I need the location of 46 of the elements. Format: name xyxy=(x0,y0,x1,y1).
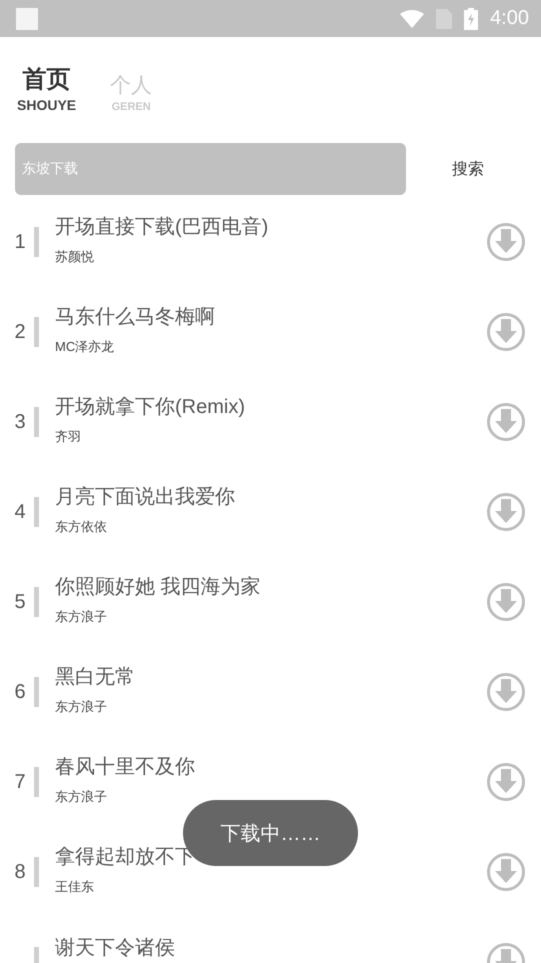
song-title[interactable]: 开场直接下载(巴西电音) xyxy=(55,212,486,240)
song-title[interactable]: 月亮下面说出我爱你 xyxy=(55,482,486,510)
app-notification-icon xyxy=(16,8,38,30)
wifi-icon xyxy=(400,10,424,28)
track-marker xyxy=(34,317,39,347)
track-number: 6 xyxy=(14,680,26,704)
download-icon[interactable] xyxy=(486,492,526,532)
download-icon[interactable] xyxy=(486,402,526,442)
track-marker xyxy=(34,857,39,887)
track-number: 5 xyxy=(14,590,26,614)
track-number: 8 xyxy=(14,860,26,884)
artist-name: 苏颜悦 xyxy=(55,248,95,266)
search-button[interactable]: 搜索 xyxy=(448,154,488,184)
download-icon[interactable] xyxy=(486,312,526,352)
song-title[interactable]: 谢天下令诸侯 xyxy=(55,934,486,961)
song-title[interactable]: 你照顾好她 我四海为家 xyxy=(55,572,486,600)
download-icon[interactable] xyxy=(486,852,526,892)
download-icon[interactable] xyxy=(486,582,526,622)
track-number: 4 xyxy=(14,500,26,524)
track-marker xyxy=(34,227,39,257)
track-marker xyxy=(34,407,39,437)
nav-tab[interactable]: 首页 SHOUYE xyxy=(17,63,76,122)
download-icon[interactable] xyxy=(486,762,526,802)
battery-charging-icon xyxy=(464,8,478,30)
track-number: 1 xyxy=(14,230,26,254)
artist-name: 齐羽 xyxy=(55,428,82,446)
clock-time: 4:00 xyxy=(490,7,529,30)
artist-name: 东方浪子 xyxy=(55,788,108,806)
artist-name: 王佳东 xyxy=(55,878,95,896)
song-title[interactable]: 开场就拿下你(Remix) xyxy=(55,392,486,420)
artist-name: MC泽亦龙 xyxy=(55,338,116,356)
download-icon[interactable] xyxy=(486,222,526,262)
track-marker xyxy=(34,587,39,617)
track-marker xyxy=(34,767,39,797)
track-marker xyxy=(34,497,39,527)
song-title[interactable]: 马东什么马冬梅啊 xyxy=(55,302,486,330)
artist-name: 东方依依 xyxy=(55,518,108,536)
track-number: 7 xyxy=(14,770,26,794)
track-number: 3 xyxy=(14,410,26,434)
track-marker xyxy=(34,677,39,707)
artist-name: 东方浪子 xyxy=(55,698,108,716)
download-icon[interactable] xyxy=(486,672,526,712)
track-number: 2 xyxy=(14,320,26,344)
song-title[interactable]: 黑白无常 xyxy=(55,662,486,690)
song-title[interactable]: 春风十里不及你 xyxy=(55,752,486,780)
artist-name: 东方浪子 xyxy=(55,608,108,626)
